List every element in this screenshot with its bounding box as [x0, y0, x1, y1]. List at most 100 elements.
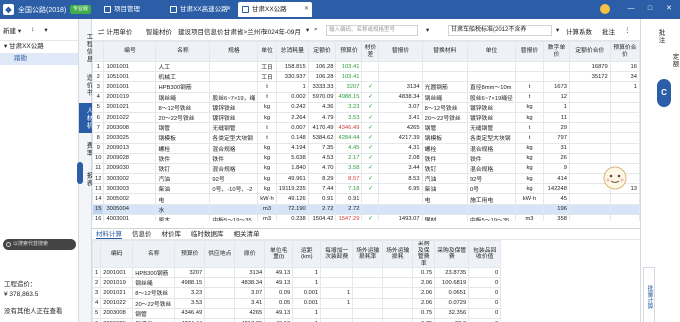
cell-rep[interactable]: 4838.34	[378, 91, 423, 103]
chevron-down-icon[interactable]: ▾	[44, 26, 47, 34]
cell-budget[interactable]: 3207	[335, 81, 363, 93]
cell-num[interactable]: 358	[543, 213, 570, 221]
cell-loss[interactable]	[382, 297, 414, 309]
cell-rep[interactable]	[378, 203, 423, 215]
tab-rates[interactable]: 费率	[79, 137, 92, 161]
cell-quota_total[interactable]	[568, 203, 611, 215]
detail-row[interactable]: 4 2001022 20～22号铁丝 3.53 3.41 0.05 0.001 1 2.06 0.…	[91, 297, 502, 309]
cell-budget_total[interactable]	[609, 203, 640, 215]
cell-rep[interactable]: 3.07	[378, 101, 423, 113]
cell-quota[interactable]: 8.29	[307, 173, 337, 185]
column-header[interactable]: 替报价	[378, 41, 423, 62]
cell-weight[interactable]: 49.13	[264, 317, 294, 322]
cell-quota[interactable]: 3333.33	[307, 81, 337, 93]
cell-name[interactable]: 汽油	[155, 173, 211, 185]
cell-quota[interactable]: 7.44	[307, 183, 337, 195]
cell-budget[interactable]: 3.23	[174, 287, 206, 299]
cell-rep_mat[interactable]: 钢丝绳	[421, 91, 468, 103]
detail-column-header[interactable]: 供应地点	[204, 240, 236, 268]
cell-budget[interactable]: 4.45	[335, 142, 363, 154]
search-icon[interactable]: ⌕	[314, 26, 318, 34]
cell-rep[interactable]: 1493.07	[378, 213, 423, 221]
tab-project-info[interactable]: 工程信息	[79, 31, 92, 65]
table-row[interactable]: 15 3005004 水 m3 72.190 2.72 2.72 196	[92, 203, 640, 215]
quick-search-input[interactable]: 以搜索代替搜索	[3, 239, 76, 250]
cell-rep_price[interactable]	[514, 203, 545, 215]
table-row[interactable]: 14 3005002 电 kW·h 49.126 0.91 0.91 电施工用电 kW·h 45	[92, 193, 640, 205]
cell-rep_price[interactable]: kg	[514, 162, 545, 175]
cell-unit[interactable]: kg	[257, 183, 277, 195]
annotation-tab[interactable]: 批注	[655, 29, 665, 44]
cell-num[interactable]: 29	[543, 122, 570, 134]
cell-spec[interactable]: 镀锌铁丝	[209, 101, 259, 113]
cell-rep_unit[interactable]: 直径8mm～10m	[466, 81, 516, 93]
cell-diff[interactable]: ✓	[361, 213, 380, 221]
cell-quota[interactable]: 4170.49	[307, 122, 337, 134]
cell-quota[interactable]: 106.28	[307, 71, 337, 83]
cell-diff[interactable]: ✓	[361, 132, 380, 144]
cell-load[interactable]	[320, 317, 354, 322]
cell-dist[interactable]: 1	[292, 317, 322, 322]
cell-spec[interactable]: 0号、-10号、-2	[209, 183, 259, 195]
cell-name[interactable]: 钢丝绳	[155, 91, 211, 103]
cell-unit[interactable]: kg	[257, 162, 277, 175]
column-header[interactable]	[92, 41, 105, 62]
cell-num[interactable]: 11	[543, 111, 570, 124]
cell-spec[interactable]: 混合规格	[209, 142, 259, 154]
cell-weight[interactable]: 49.13	[264, 307, 294, 319]
column-header[interactable]: 单位	[257, 41, 277, 62]
detail-column-header[interactable]: 场外运输损耗率	[352, 240, 384, 268]
column-header[interactable]: 总消耗量	[275, 41, 309, 62]
chevron-down-icon[interactable]: ▾	[306, 26, 309, 34]
cell-budget[interactable]: 2.72	[335, 203, 363, 215]
cell-quota_total[interactable]	[568, 91, 611, 103]
cell-qty[interactable]: 0.242	[275, 101, 309, 113]
cell-unit[interactable]: t	[257, 91, 277, 103]
cell-pack[interactable]: 0	[468, 297, 502, 309]
cell-fee_rate[interactable]: 0.75	[412, 317, 436, 322]
cell-rep_price[interactable]: kg	[514, 183, 545, 195]
cell-rep_unit[interactable]: 镀锌铁丝	[466, 101, 516, 113]
cell-budget_total[interactable]	[609, 152, 640, 164]
cell-budget[interactable]: 103.41	[335, 71, 363, 83]
cell-rep_unit[interactable]: 股丝6~7×19绳径	[466, 91, 516, 103]
table-row[interactable]: 16 4003001 原木 中板5～19～35 m3 0.238 1504.42 1547.2…	[92, 213, 640, 221]
cell-diff[interactable]: ✓	[361, 152, 380, 164]
cell-rep_unit[interactable]: 镀锌铁丝	[466, 111, 516, 124]
cell-unit[interactable]: m3	[257, 203, 277, 215]
cell-quota_total[interactable]	[568, 213, 611, 221]
expand-icon[interactable]: ▾	[4, 43, 7, 50]
cell-diff[interactable]: ✓	[361, 91, 380, 103]
panel-collapse-handle[interactable]	[77, 162, 83, 184]
cell-rep[interactable]: 8.53	[378, 173, 423, 185]
filter-icon[interactable]: ▾	[426, 26, 429, 34]
cell-rep_unit[interactable]: 铁件	[466, 152, 516, 164]
cell-place[interactable]	[204, 307, 236, 319]
cell-rep_mat[interactable]: 8～12号铁丝	[421, 101, 468, 113]
cell-quota_total[interactable]	[568, 132, 611, 144]
detail-column-header[interactable]: 运距(km)	[292, 240, 322, 268]
cell-code[interactable]: 4003001	[103, 213, 157, 221]
batch-calc-button[interactable]: 批量计算	[643, 267, 655, 322]
cell-code[interactable]: 3003003	[103, 183, 157, 195]
vehicle-tax-select[interactable]: 甘肃车船税标准(2012不含养	[448, 25, 552, 36]
cell-rep_price[interactable]: m3	[514, 213, 545, 221]
cell-quota[interactable]: 5384.62	[307, 132, 337, 144]
cell-place[interactable]	[204, 277, 236, 289]
cell-unit[interactable]: kg	[257, 152, 277, 164]
cell-quota[interactable]: 0.91	[307, 193, 337, 205]
cell-name[interactable]: 人工	[155, 60, 211, 73]
table-row[interactable]: 9 2009013 螺栓 混合规格 kg 4.194 7.35 4.45 ✓ 4.31 螺栓 混合规格…	[92, 142, 640, 154]
cell-num[interactable]: 1673	[543, 81, 570, 93]
column-header[interactable]: 名称	[155, 41, 211, 62]
cell-fee[interactable]: 32.356	[434, 307, 470, 319]
cell-budget[interactable]: 4988.15	[335, 91, 363, 103]
cell-num[interactable]: 1	[543, 101, 570, 113]
detail-column-header[interactable]: 编码	[100, 240, 134, 268]
cell-fee_rate[interactable]: 2.06	[412, 287, 436, 299]
cell-budget[interactable]: 7.18	[335, 183, 363, 195]
cell-diff[interactable]: ✓	[361, 122, 380, 134]
cell-rep_mat[interactable]: 铁件	[421, 152, 468, 164]
cell-rep_price[interactable]: kW·h	[514, 193, 545, 205]
cell-budget[interactable]: 2.17	[335, 152, 363, 164]
